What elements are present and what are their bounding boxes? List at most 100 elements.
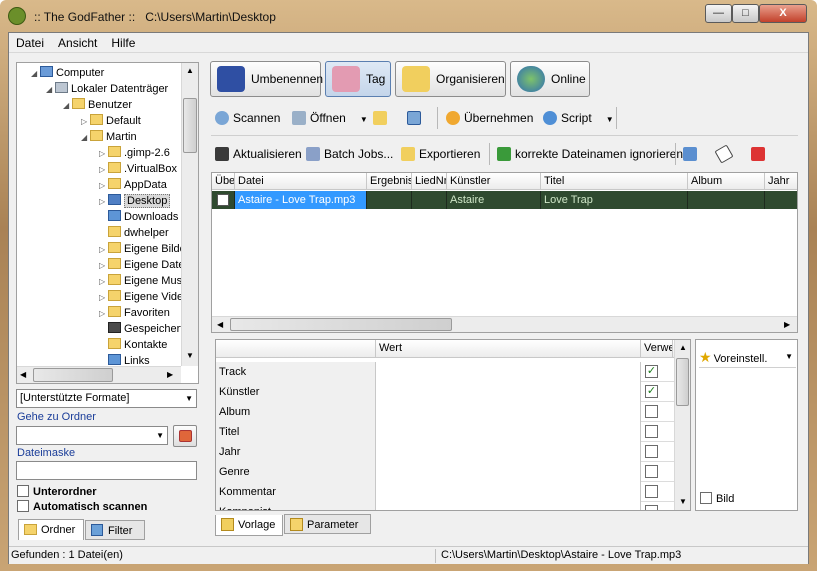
scroll-up-icon[interactable]: ▲	[186, 66, 194, 75]
scroll-left-icon[interactable]: ◀	[20, 370, 26, 379]
tag-use-checkbox[interactable]: ✓	[645, 385, 658, 398]
chevron-down-icon[interactable]: ▼	[360, 115, 368, 124]
tag-row-album[interactable]: Album	[216, 402, 674, 422]
checkbox-box[interactable]	[17, 500, 29, 512]
col-header-ergebnis[interactable]: Ergebnis	[367, 173, 412, 190]
update-button[interactable]: Aktualisieren	[215, 144, 302, 164]
tree-item-drive[interactable]: ◢ Lokaler Datenträger	[46, 81, 168, 97]
close-button[interactable]: X	[759, 4, 807, 23]
preset-dropdown[interactable]: ★ Voreinstell. ▼	[699, 346, 796, 368]
scan-button[interactable]: Scannen	[215, 108, 280, 128]
tag-value-input[interactable]	[376, 362, 641, 382]
mode-online-button[interactable]: Online	[510, 61, 590, 97]
tag-editor-vscroll[interactable]: ▲ ▼	[674, 340, 690, 510]
tag-value-input[interactable]	[376, 442, 641, 462]
menu-ansicht[interactable]: Ansicht	[51, 33, 104, 53]
tree-item-bilder[interactable]: ▷ Eigene Bilder	[99, 241, 189, 257]
tag-value-input[interactable]	[376, 462, 641, 482]
tab-ordner[interactable]: Ordner	[18, 519, 84, 540]
scroll-right-icon[interactable]: ▶	[784, 320, 790, 329]
ignore-correct-names-button[interactable]: korrekte Dateinamen ignorieren	[497, 144, 683, 164]
col-header-album[interactable]: Album	[688, 173, 765, 190]
col-header-wert[interactable]: Wert	[376, 340, 641, 357]
network-button[interactable]	[683, 144, 701, 164]
eraser-button[interactable]	[714, 144, 735, 164]
goto-folder-input[interactable]: ▼	[16, 426, 168, 445]
tag-row-track[interactable]: Track ✓	[216, 362, 674, 382]
tag-row-titel[interactable]: Titel	[216, 422, 674, 442]
tree-item-kontakte[interactable]: Kontakte	[99, 337, 167, 353]
tag-use-checkbox[interactable]	[645, 465, 658, 478]
tree-item-favoriten[interactable]: ▷ Favoriten	[99, 305, 170, 321]
batch-jobs-button[interactable]: Batch Jobs...	[306, 144, 393, 164]
tree-item-musik[interactable]: ▷ Eigene Musik	[99, 273, 190, 289]
tag-use-checkbox[interactable]	[645, 405, 658, 418]
mode-umbenennen-button[interactable]: Umbenennen	[210, 61, 323, 97]
tag-value-input[interactable]	[376, 382, 641, 402]
chevron-down-icon[interactable]: ▼	[606, 115, 614, 124]
mode-tag-button[interactable]: Tag	[325, 61, 391, 97]
tab-vorlage[interactable]: Vorlage	[215, 515, 283, 536]
row-check-cell[interactable]	[212, 191, 235, 209]
file-grid-hscroll[interactable]: ◀ ▶	[212, 316, 797, 332]
tab-parameter[interactable]: Parameter	[284, 514, 371, 534]
tag-row-genre[interactable]: Genre	[216, 462, 674, 482]
remove-button[interactable]	[751, 144, 769, 164]
open-button[interactable]: Öffnen ▼	[292, 108, 368, 128]
tag-use-checkbox[interactable]	[645, 485, 658, 498]
scroll-right-icon[interactable]: ▶	[167, 370, 173, 379]
tag-value-input[interactable]	[376, 482, 641, 502]
tree-item-gimp[interactable]: ▷ .gimp-2.6	[99, 145, 170, 161]
script-button[interactable]: Script ▼	[543, 108, 614, 128]
browse-folder-button[interactable]	[173, 425, 197, 447]
table-row[interactable]: Astaire - Love Trap.mp3 Astaire Love Tra…	[212, 191, 797, 209]
subfolders-checkbox[interactable]: Unterordner	[17, 485, 97, 498]
tree-item-default[interactable]: ▷ Default	[81, 113, 141, 129]
col-header-uebe[interactable]: Übe	[212, 173, 235, 190]
minimize-button[interactable]: —	[705, 4, 732, 23]
file-mask-input[interactable]	[16, 461, 197, 480]
tree-vscroll[interactable]: ▲ ▼	[181, 63, 198, 366]
tag-use-checkbox[interactable]	[645, 445, 658, 458]
checkbox-box[interactable]	[700, 492, 712, 504]
tree-hscroll-thumb[interactable]	[33, 368, 113, 382]
tree-item-desktop[interactable]: ▷ Desktop	[99, 193, 171, 209]
scroll-up-icon[interactable]: ▲	[679, 343, 687, 352]
maximize-button[interactable]: □	[732, 4, 759, 23]
tree-item-computer[interactable]: ◢ Computer	[31, 65, 104, 81]
tree-item-dwhelper[interactable]: dwhelper	[99, 225, 169, 241]
tag-value-input[interactable]	[376, 422, 641, 442]
col-header-liednr[interactable]: LiedNr	[412, 173, 447, 190]
tree-item-virtualbox[interactable]: ▷ .VirtualBox	[99, 161, 177, 177]
col-header-kuenstler[interactable]: Künstler	[447, 173, 541, 190]
col-header-jahr[interactable]: Jahr	[765, 173, 797, 190]
format-filter-select[interactable]: [Unterstützte Formate] ▼	[16, 389, 197, 408]
file-grid-hscroll-thumb[interactable]	[230, 318, 452, 331]
scroll-down-icon[interactable]: ▼	[186, 351, 194, 360]
picture-checkbox[interactable]: Bild	[700, 492, 734, 505]
tag-row-kommentar[interactable]: Kommentar	[216, 482, 674, 502]
tag-value-input[interactable]	[376, 402, 641, 422]
tree-item-martin[interactable]: ◢ Martin	[81, 129, 137, 145]
tag-row-kuenstler[interactable]: Künstler ✓	[216, 382, 674, 402]
tag-value-input[interactable]	[376, 502, 641, 510]
autoscan-checkbox[interactable]: Automatisch scannen	[17, 500, 147, 513]
tag-row-jahr[interactable]: Jahr	[216, 442, 674, 462]
tag-use-checkbox[interactable]: ✓	[645, 365, 658, 378]
scroll-down-icon[interactable]: ▼	[679, 497, 687, 506]
tag-use-checkbox[interactable]	[645, 505, 658, 510]
menu-hilfe[interactable]: Hilfe	[104, 33, 142, 53]
tab-filter[interactable]: Filter	[85, 520, 145, 540]
tree-hscroll[interactable]: ◀ ▶	[17, 366, 181, 383]
col-header-titel[interactable]: Titel	[541, 173, 688, 190]
export-button[interactable]: Exportieren	[401, 144, 480, 164]
apply-button[interactable]: Übernehmen	[446, 108, 533, 128]
checkbox-box[interactable]	[17, 485, 29, 497]
col-header-verwenden[interactable]: Verwe	[641, 340, 673, 357]
tree-item-benutzer[interactable]: ◢ Benutzer	[63, 97, 132, 113]
mode-organisieren-button[interactable]: Organisieren	[395, 61, 506, 97]
col-header-datei[interactable]: Datei	[235, 173, 367, 190]
menu-datei[interactable]: Datei	[9, 33, 51, 53]
tree-item-appdata[interactable]: ▷ AppData	[99, 177, 167, 193]
row-checkbox[interactable]	[217, 194, 229, 206]
